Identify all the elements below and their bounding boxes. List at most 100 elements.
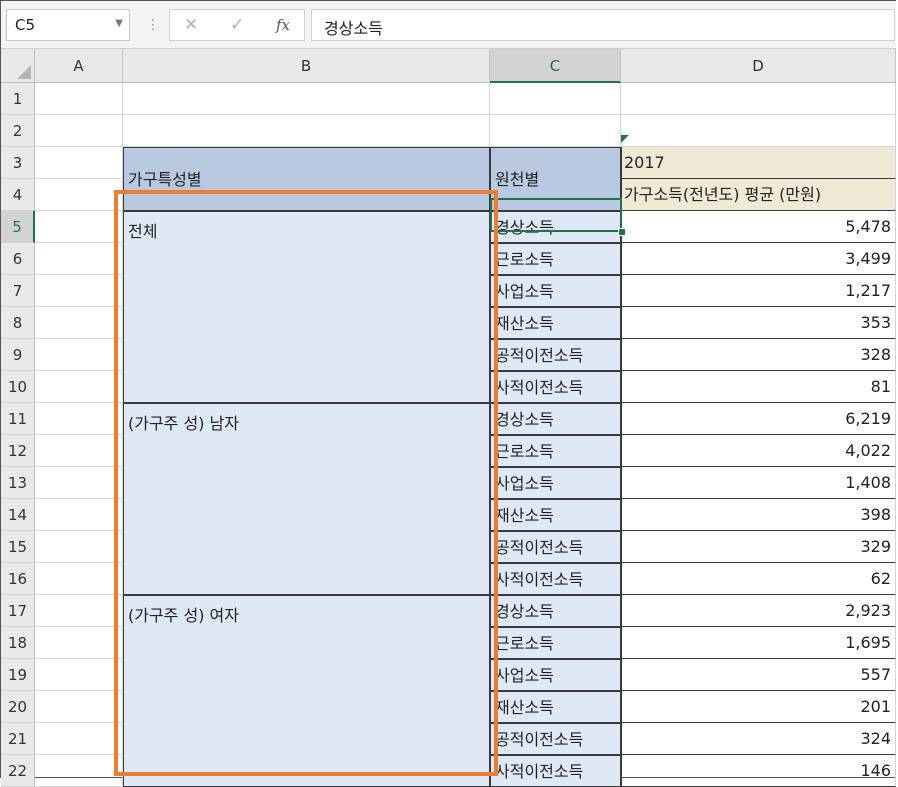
value-cell[interactable]: 5,478 <box>621 211 896 243</box>
cell-a19[interactable] <box>35 659 123 691</box>
row-header-2[interactable]: 2 <box>1 115 35 147</box>
cell-a22[interactable] <box>35 755 123 787</box>
cell-a14[interactable] <box>35 499 123 531</box>
value-cell[interactable]: 2,923 <box>621 595 896 627</box>
source-cell[interactable]: 경상소득 <box>490 595 621 627</box>
cell-a8[interactable] <box>35 307 123 339</box>
row-header-3[interactable]: 3 <box>1 147 35 179</box>
value-cell[interactable]: 328 <box>621 339 896 371</box>
row-header-5[interactable]: 5 <box>1 211 35 243</box>
chevron-down-icon[interactable]: ▼ <box>115 18 123 29</box>
value-cell[interactable]: 201 <box>621 691 896 723</box>
group-label-cell[interactable]: 전체 <box>123 211 490 403</box>
value-cell[interactable]: 146 <box>621 755 896 787</box>
row-header-20[interactable]: 20 <box>1 691 35 723</box>
group-label-cell[interactable]: (가구주 성) 여자 <box>123 595 490 787</box>
value-cell[interactable]: 1,408 <box>621 467 896 499</box>
insert-function-icon[interactable]: fx <box>276 16 290 34</box>
cell-b1[interactable] <box>123 83 490 115</box>
row-header-1[interactable]: 1 <box>1 83 35 115</box>
cell-d1[interactable] <box>621 83 896 115</box>
row-header-11[interactable]: 11 <box>1 403 35 435</box>
row-header-8[interactable]: 8 <box>1 307 35 339</box>
cell-d2[interactable] <box>621 115 896 147</box>
cell-a18[interactable] <box>35 627 123 659</box>
source-cell[interactable]: 공적이전소득 <box>490 723 621 755</box>
row-header-12[interactable]: 12 <box>1 435 35 467</box>
value-cell[interactable]: 557 <box>621 659 896 691</box>
cell-a15[interactable] <box>35 531 123 563</box>
cell-a9[interactable] <box>35 339 123 371</box>
cell-c2[interactable] <box>490 115 621 147</box>
cell-a2[interactable] <box>35 115 123 147</box>
row-header-19[interactable]: 19 <box>1 659 35 691</box>
source-cell[interactable]: 재산소득 <box>490 307 621 339</box>
source-cell[interactable]: 사업소득 <box>490 659 621 691</box>
confirm-icon[interactable]: ✓ <box>230 15 244 35</box>
select-all-button[interactable] <box>1 49 35 83</box>
source-header-cell[interactable]: 원천별 <box>490 147 621 211</box>
drag-handle-icon[interactable]: ⋮ <box>146 13 160 37</box>
cell-a4[interactable] <box>35 179 123 211</box>
row-header-22[interactable]: 22 <box>1 755 35 787</box>
row-header-9[interactable]: 9 <box>1 339 35 371</box>
source-cell[interactable]: 공적이전소득 <box>490 531 621 563</box>
source-cell[interactable]: 사적이전소득 <box>490 563 621 595</box>
cell-a12[interactable] <box>35 435 123 467</box>
source-cell[interactable]: 사적이전소득 <box>490 371 621 403</box>
value-cell[interactable]: 6,219 <box>621 403 896 435</box>
value-cell[interactable]: 329 <box>621 531 896 563</box>
cell-c1[interactable] <box>490 83 621 115</box>
source-cell[interactable]: 재산소득 <box>490 691 621 723</box>
name-box[interactable]: C5 ▼ <box>6 9 130 41</box>
source-cell[interactable]: 사업소득 <box>490 275 621 307</box>
cell-a5[interactable] <box>35 211 123 243</box>
source-cell[interactable]: 경상소득 <box>490 403 621 435</box>
source-cell[interactable]: 사업소득 <box>490 467 621 499</box>
row-header-15[interactable]: 15 <box>1 531 35 563</box>
group-label-cell[interactable]: (가구주 성) 남자 <box>123 403 490 595</box>
cell-a20[interactable] <box>35 691 123 723</box>
row-header-21[interactable]: 21 <box>1 723 35 755</box>
cell-a21[interactable] <box>35 723 123 755</box>
cell-a3[interactable] <box>35 147 123 179</box>
row-header-10[interactable]: 10 <box>1 371 35 403</box>
value-cell[interactable]: 353 <box>621 307 896 339</box>
source-cell[interactable]: 근로소득 <box>490 627 621 659</box>
source-cell[interactable]: 재산소득 <box>490 499 621 531</box>
value-cell[interactable]: 62 <box>621 563 896 595</box>
value-cell[interactable]: 398 <box>621 499 896 531</box>
column-header-c[interactable]: C <box>490 49 621 83</box>
value-cell[interactable]: 81 <box>621 371 896 403</box>
source-cell[interactable]: 근로소득 <box>490 435 621 467</box>
cancel-icon[interactable]: ✕ <box>184 15 198 35</box>
cell-a17[interactable] <box>35 595 123 627</box>
row-header-16[interactable]: 16 <box>1 563 35 595</box>
column-header-a[interactable]: A <box>35 49 123 83</box>
row-header-7[interactable]: 7 <box>1 275 35 307</box>
row-header-6[interactable]: 6 <box>1 243 35 275</box>
value-cell[interactable]: 4,022 <box>621 435 896 467</box>
cell-a1[interactable] <box>35 83 123 115</box>
row-header-18[interactable]: 18 <box>1 627 35 659</box>
value-cell[interactable]: 324 <box>621 723 896 755</box>
column-header-d[interactable]: D <box>621 49 896 83</box>
cell-a6[interactable] <box>35 243 123 275</box>
cell-b2[interactable] <box>123 115 490 147</box>
cell-a16[interactable] <box>35 563 123 595</box>
row-header-4[interactable]: 4 <box>1 179 35 211</box>
value-cell[interactable]: 3,499 <box>621 243 896 275</box>
source-cell[interactable]: 경상소득 <box>490 211 621 243</box>
cell-a13[interactable] <box>35 467 123 499</box>
row-header-14[interactable]: 14 <box>1 499 35 531</box>
value-cell[interactable]: 1,217 <box>621 275 896 307</box>
row-header-17[interactable]: 17 <box>1 595 35 627</box>
row-header-13[interactable]: 13 <box>1 467 35 499</box>
source-cell[interactable]: 공적이전소득 <box>490 339 621 371</box>
cell-a10[interactable] <box>35 371 123 403</box>
column-header-b[interactable]: B <box>123 49 490 83</box>
cell-a11[interactable] <box>35 403 123 435</box>
measure-header-cell[interactable]: 가구소득(전년도) 평균 (만원) <box>621 179 896 211</box>
value-cell[interactable]: 1,695 <box>621 627 896 659</box>
source-cell[interactable]: 근로소득 <box>490 243 621 275</box>
